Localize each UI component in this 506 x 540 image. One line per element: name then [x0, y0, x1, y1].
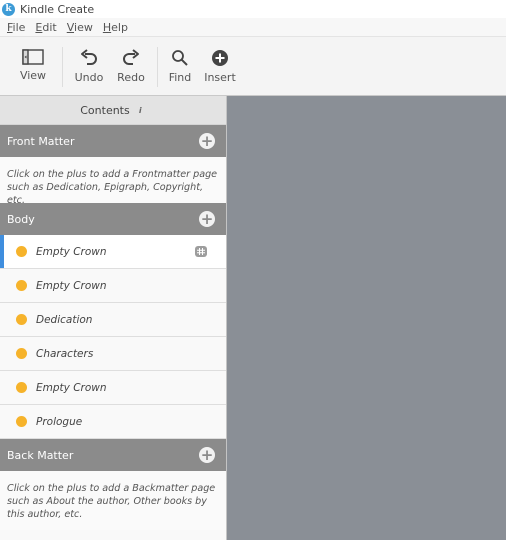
insert-label: Insert [204, 71, 236, 84]
back-matter-header: Back Matter + [0, 439, 226, 471]
chapter-label: Dedication [36, 313, 93, 326]
chapter-label: Empty Crown [36, 279, 107, 292]
body-header: Body + [0, 203, 226, 235]
contents-sidebar: Contents i Front Matter + Click on the p… [0, 96, 226, 540]
insert-button[interactable]: Insert [202, 37, 238, 95]
undo-button[interactable]: Undo [74, 37, 104, 95]
back-matter-hint: Click on the plus to add a Backmatter pa… [0, 471, 226, 530]
toolbar-divider [157, 47, 158, 87]
status-dot-icon [16, 314, 27, 325]
view-panel-icon [22, 49, 44, 65]
front-matter-header: Front Matter + [0, 125, 226, 157]
toolbar-divider [62, 47, 63, 87]
chapter-label: Characters [36, 347, 94, 360]
contents-title: Contents [80, 103, 130, 117]
add-front-matter-button[interactable]: + [199, 133, 215, 149]
contents-header: Contents i [0, 96, 226, 125]
status-dot-icon [16, 280, 27, 291]
chapter-item[interactable]: Empty Crown [0, 269, 226, 303]
search-icon [172, 50, 188, 66]
menu-bar: File Edit View Help [0, 18, 506, 37]
status-dot-icon [16, 416, 27, 427]
front-matter-hint: Click on the plus to add a Frontmatter p… [0, 157, 226, 206]
chapter-item[interactable]: Empty Crown [0, 371, 226, 405]
add-body-button[interactable]: + [199, 211, 215, 227]
find-button[interactable]: Find [166, 37, 194, 95]
menu-view[interactable]: View [67, 21, 93, 34]
undo-icon [81, 49, 97, 65]
chapter-item[interactable]: Dedication [0, 303, 226, 337]
chapter-label: Empty Crown [36, 381, 107, 394]
status-dot-icon [16, 246, 27, 257]
body-label: Body [7, 212, 35, 226]
status-dot-icon [16, 348, 27, 359]
redo-label: Redo [117, 71, 145, 84]
chapter-item[interactable]: Characters [0, 337, 226, 371]
back-matter-label: Back Matter [7, 448, 74, 462]
editor-canvas[interactable] [227, 96, 506, 540]
toolbar: View Undo Redo Find Insert [0, 37, 506, 97]
undo-label: Undo [74, 71, 104, 84]
front-matter-label: Front Matter [7, 134, 75, 148]
status-dot-icon [16, 382, 27, 393]
chapter-item[interactable]: Prologue [0, 405, 226, 439]
info-icon[interactable]: i [135, 105, 146, 116]
find-label: Find [168, 71, 192, 84]
chapter-label: Prologue [36, 415, 83, 428]
redo-icon [123, 49, 139, 65]
insert-plus-icon [212, 50, 228, 66]
add-back-matter-button[interactable]: + [199, 447, 215, 463]
menu-file[interactable]: File [7, 21, 25, 34]
grid-icon[interactable] [195, 246, 207, 257]
menu-help[interactable]: Help [103, 21, 128, 34]
chapter-item[interactable]: Empty Crown [0, 235, 226, 269]
view-label: View [19, 69, 47, 82]
app-title: Kindle Create [20, 2, 95, 16]
view-button[interactable]: View [18, 37, 48, 95]
menu-edit[interactable]: Edit [35, 21, 56, 34]
title-bar: k Kindle Create [0, 0, 506, 18]
chapter-label: Empty Crown [36, 245, 107, 258]
kindle-app-icon: k [2, 2, 15, 16]
redo-button[interactable]: Redo [116, 37, 146, 95]
